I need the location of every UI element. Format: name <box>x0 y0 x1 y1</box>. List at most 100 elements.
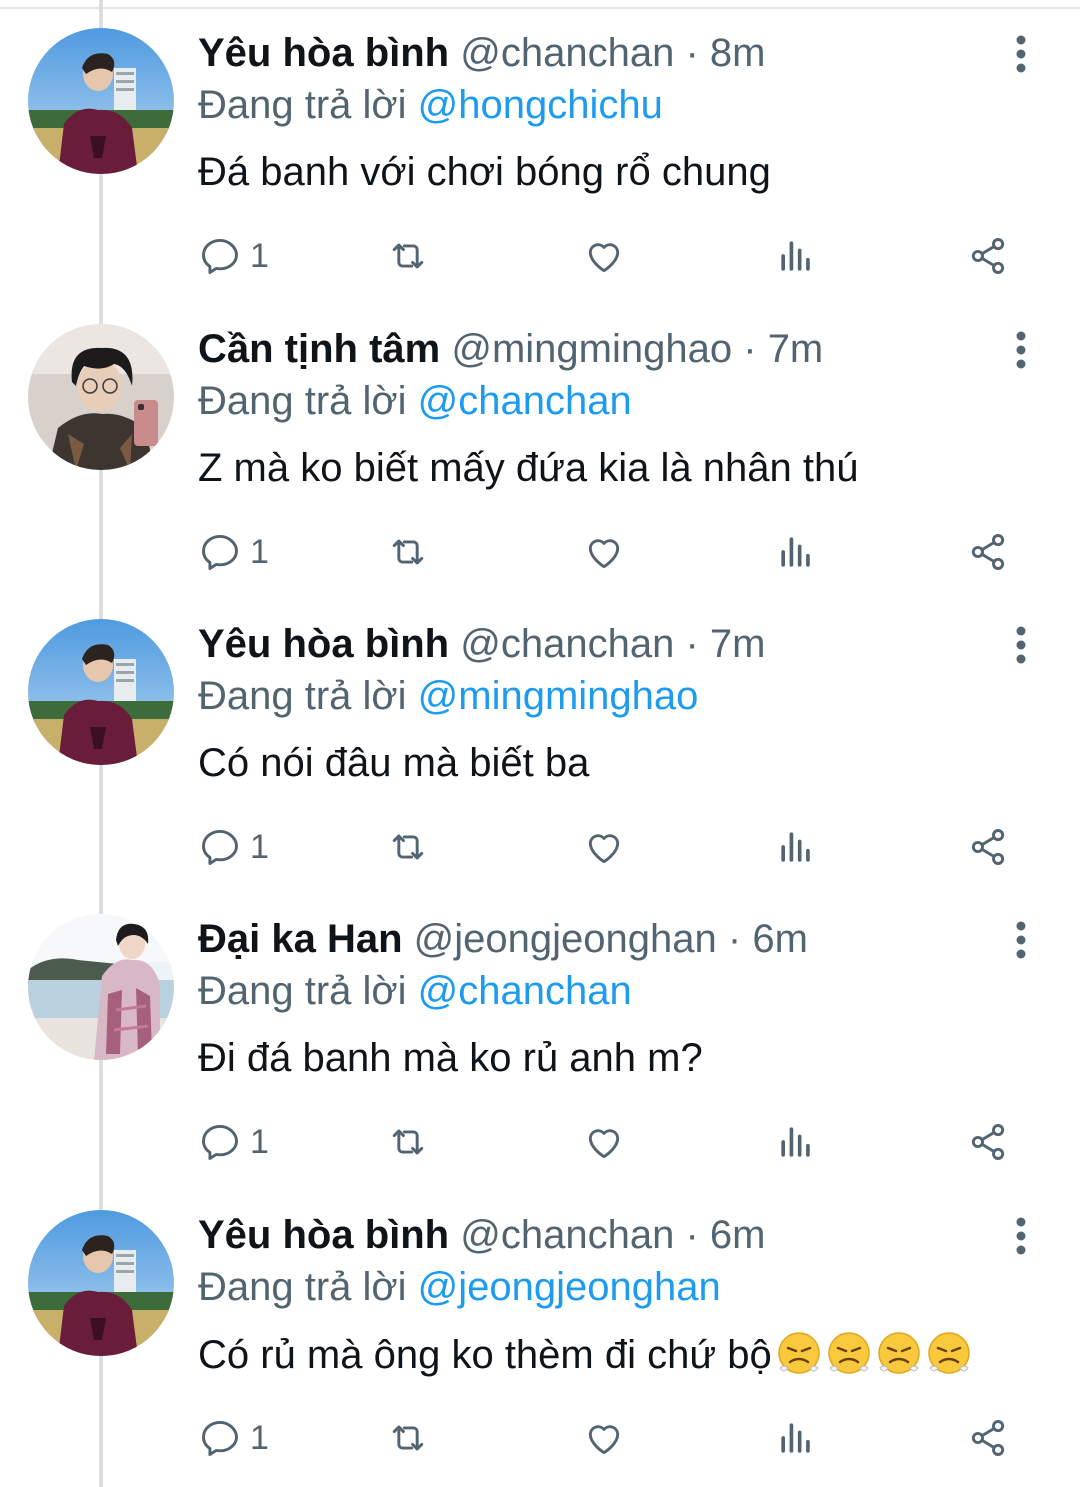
tweet-text: Đá banh với chơi bóng rổ chung <box>198 150 771 194</box>
views-button[interactable] <box>774 823 818 871</box>
timestamp[interactable]: 6m <box>752 917 808 961</box>
timestamp[interactable]: 7m <box>710 622 766 666</box>
separator-dot: · <box>685 1213 699 1257</box>
mention-link[interactable]: @chanchan <box>418 379 632 423</box>
like-button[interactable] <box>582 528 626 576</box>
avatar[interactable] <box>28 28 174 174</box>
user-handle[interactable]: @chanchan <box>460 622 674 666</box>
user-handle[interactable]: @jeongjeonghan <box>414 917 717 961</box>
retweet-icon <box>392 243 424 269</box>
tweet[interactable]: Yêu hòa bình @chanchan · 6m Đang trả lời… <box>0 1182 1080 1477</box>
display-name[interactable]: Yêu hòa bình <box>198 1213 449 1257</box>
display-name[interactable]: Yêu hòa bình <box>198 622 449 666</box>
avatar[interactable] <box>28 324 174 470</box>
timestamp[interactable]: 6m <box>710 1213 766 1257</box>
display-name[interactable]: Đại ka Han <box>198 917 403 961</box>
reply-icon <box>202 1124 238 1160</box>
reply-icon <box>202 1420 238 1456</box>
replying-to: Đang trả lời @chanchan <box>198 968 632 1014</box>
retweet-icon <box>392 834 424 860</box>
views-button[interactable] <box>774 1414 818 1462</box>
heart-icon <box>588 539 620 569</box>
replying-label: Đang trả lời <box>198 674 407 718</box>
views-button[interactable] <box>774 232 818 280</box>
like-button[interactable] <box>582 823 626 871</box>
heart-icon <box>588 243 620 273</box>
user-handle[interactable]: @chanchan <box>460 1213 674 1257</box>
avatar[interactable] <box>28 619 174 765</box>
replying-label: Đang trả lời <box>198 379 407 423</box>
face-with-steam-from-nose-icon <box>927 1332 970 1374</box>
avatar[interactable] <box>28 914 174 1060</box>
reply-button[interactable]: 1 <box>198 823 269 871</box>
more-vertical-icon[interactable] <box>1004 330 1038 370</box>
mention-link[interactable]: @mingminghao <box>418 674 699 718</box>
tweet[interactable]: Đại ka Han @jeongjeonghan · 6m Đang trả … <box>0 886 1080 1181</box>
views-button[interactable] <box>774 1118 818 1166</box>
avatar[interactable] <box>28 1210 174 1356</box>
views-icon <box>781 1127 810 1157</box>
retweet-button[interactable] <box>386 1118 430 1166</box>
reply-count: 1 <box>250 1418 269 1457</box>
reply-button[interactable]: 1 <box>198 232 269 280</box>
reply-button[interactable]: 1 <box>198 1414 269 1462</box>
separator-dot: · <box>685 31 699 75</box>
tweet[interactable]: Yêu hòa bình @chanchan · 8m Đang trả lời… <box>0 0 1080 295</box>
tweet-text: Đi đá banh mà ko rủ anh m? <box>198 1036 703 1080</box>
action-bar: 1 <box>198 1118 1028 1166</box>
tweet[interactable]: Cần tịnh tâm @mingminghao · 7m Đang trả … <box>0 296 1080 591</box>
share-button[interactable] <box>966 823 1010 871</box>
user-handle[interactable]: @mingminghao <box>451 327 732 371</box>
avatar-image-mingminghao <box>28 324 174 470</box>
share-button[interactable] <box>966 1118 1010 1166</box>
share-button[interactable] <box>966 1414 1010 1462</box>
face-with-steam-from-nose-icon <box>827 1332 870 1374</box>
reply-count: 1 <box>250 236 269 275</box>
face-with-steam-from-nose-icon <box>777 1332 820 1374</box>
like-button[interactable] <box>582 1118 626 1166</box>
share-icon <box>971 1124 1005 1160</box>
retweet-button[interactable] <box>386 528 430 576</box>
reply-button[interactable]: 1 <box>198 528 269 576</box>
action-bar: 1 <box>198 528 1028 576</box>
replying-to: Đang trả lời @hongchichu <box>198 82 663 128</box>
views-button[interactable] <box>774 528 818 576</box>
heart-icon <box>588 1425 620 1455</box>
display-name[interactable]: Yêu hòa bình <box>198 31 449 75</box>
reply-button[interactable]: 1 <box>198 1118 269 1166</box>
mention-link[interactable]: @chanchan <box>418 969 632 1013</box>
replying-label: Đang trả lời <box>198 83 407 127</box>
display-name[interactable]: Cần tịnh tâm <box>198 327 440 371</box>
replying-label: Đang trả lời <box>198 1265 407 1309</box>
tweet-header: Cần tịnh tâm @mingminghao · 7m <box>198 326 823 372</box>
replying-to: Đang trả lời @chanchan <box>198 378 632 424</box>
more-vertical-icon[interactable] <box>1004 625 1038 665</box>
timestamp[interactable]: 8m <box>710 31 766 75</box>
like-button[interactable] <box>582 232 626 280</box>
more-vertical-icon[interactable] <box>1004 34 1038 74</box>
replying-to: Đang trả lời @jeongjeonghan <box>198 1264 721 1310</box>
retweet-icon <box>392 1425 424 1451</box>
share-button[interactable] <box>966 232 1010 280</box>
share-button[interactable] <box>966 528 1010 576</box>
timestamp[interactable]: 7m <box>768 327 824 371</box>
share-icon <box>971 534 1005 570</box>
tweet-header: Yêu hòa bình @chanchan · 6m <box>198 1212 766 1258</box>
replying-label: Đang trả lời <box>198 969 407 1013</box>
action-bar: 1 <box>198 1414 1028 1462</box>
retweet-button[interactable] <box>386 232 430 280</box>
retweet-button[interactable] <box>386 823 430 871</box>
heart-icon <box>588 1129 620 1159</box>
tweet-text: Z mà ko biết mấy đứa kia là nhân thú <box>198 446 859 490</box>
mention-link[interactable]: @jeongjeonghan <box>418 1265 721 1309</box>
user-handle[interactable]: @chanchan <box>460 31 674 75</box>
tweet[interactable]: Yêu hòa bình @chanchan · 7m Đang trả lời… <box>0 591 1080 886</box>
reply-count: 1 <box>250 1122 269 1161</box>
tweet-text-content: Có rủ mà ông ko thèm đi chứ bộ <box>198 1333 772 1377</box>
action-bar: 1 <box>198 823 1028 871</box>
retweet-button[interactable] <box>386 1414 430 1462</box>
mention-link[interactable]: @hongchichu <box>418 83 663 127</box>
more-vertical-icon[interactable] <box>1004 920 1038 960</box>
like-button[interactable] <box>582 1414 626 1462</box>
more-vertical-icon[interactable] <box>1004 1216 1038 1256</box>
